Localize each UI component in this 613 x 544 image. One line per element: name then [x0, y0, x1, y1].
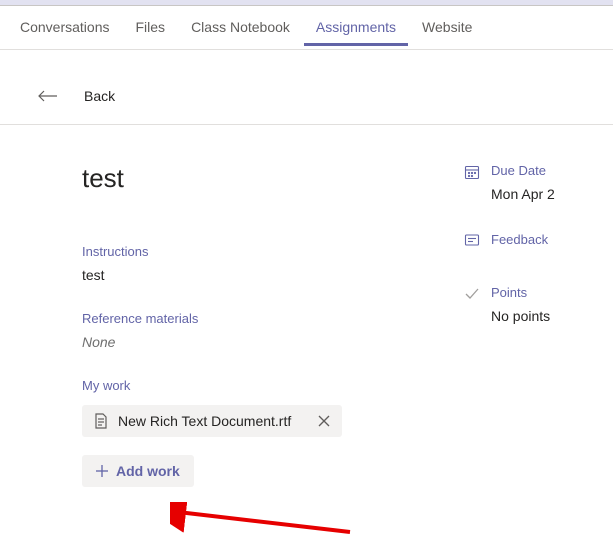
- calendar-icon: [463, 163, 481, 180]
- remove-file-button[interactable]: [308, 415, 330, 427]
- tab-assignments[interactable]: Assignments: [304, 9, 408, 47]
- reference-materials-label: Reference materials: [82, 311, 402, 326]
- feedback-button[interactable]: Feedback: [463, 232, 593, 249]
- due-date-value: Mon Apr 2: [491, 186, 593, 202]
- feedback-label: Feedback: [491, 232, 548, 247]
- due-date-row: Due Date: [463, 163, 593, 180]
- back-label: Back: [84, 88, 115, 104]
- due-date-label: Due Date: [491, 163, 546, 178]
- attached-file-name: New Rich Text Document.rtf: [118, 413, 291, 429]
- tab-files[interactable]: Files: [124, 9, 178, 47]
- add-work-button[interactable]: Add work: [82, 455, 194, 487]
- instructions-label: Instructions: [82, 244, 402, 259]
- tab-class-notebook[interactable]: Class Notebook: [179, 9, 302, 47]
- plus-icon: [96, 465, 108, 477]
- checkmark-icon: [463, 285, 481, 302]
- attached-file[interactable]: New Rich Text Document.rtf: [82, 405, 342, 437]
- my-work-label: My work: [82, 378, 402, 393]
- points-row: Points: [463, 285, 593, 302]
- add-work-label: Add work: [116, 463, 180, 479]
- assignment-content: Back test Instructions test Reference ma…: [0, 50, 613, 487]
- tab-website[interactable]: Website: [410, 9, 484, 47]
- reference-materials-value: None: [82, 334, 402, 350]
- feedback-icon: [463, 232, 481, 249]
- annotation-arrow: [170, 502, 370, 542]
- assignment-title: test: [82, 163, 402, 194]
- back-button[interactable]: Back: [0, 60, 613, 125]
- instructions-value: test: [82, 267, 402, 283]
- document-icon: [94, 413, 108, 429]
- points-label: Points: [491, 285, 527, 300]
- channel-tabs: Conversations Files Class Notebook Assig…: [0, 6, 613, 50]
- tab-conversations[interactable]: Conversations: [8, 9, 122, 47]
- points-value: No points: [491, 308, 593, 324]
- arrow-left-icon: [38, 90, 58, 102]
